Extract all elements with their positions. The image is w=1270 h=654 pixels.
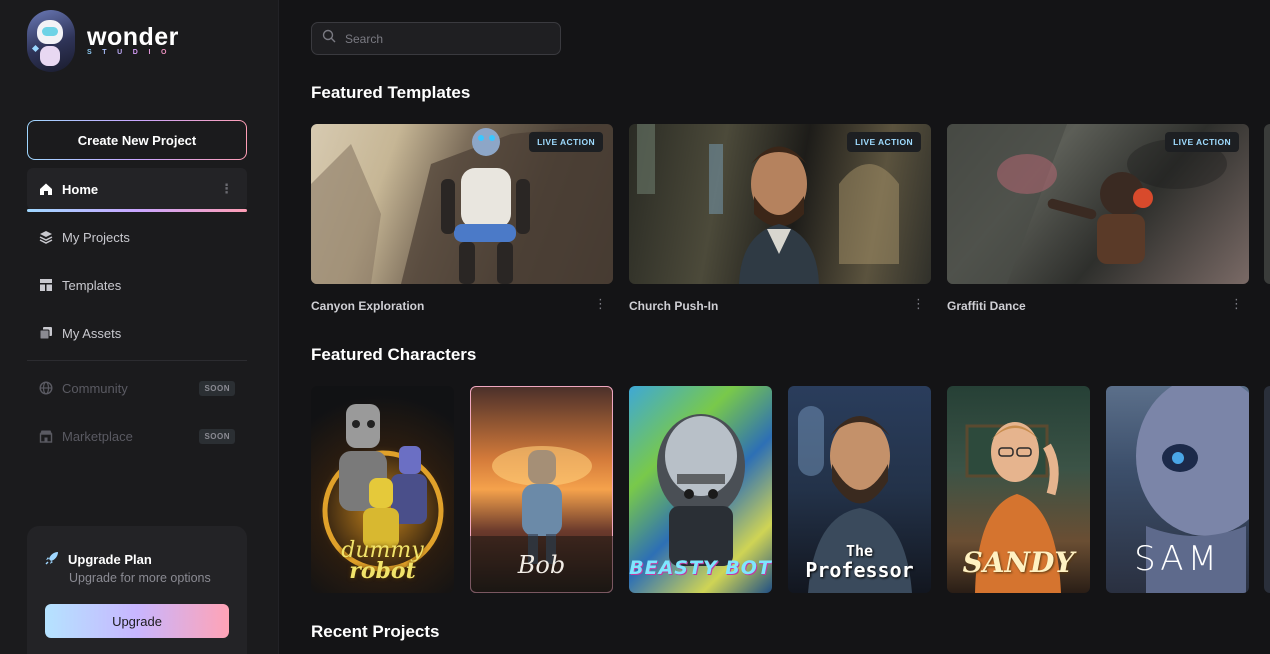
create-new-project-button[interactable]: Create New Project — [27, 120, 247, 160]
sidebar-item-label: My Projects — [62, 229, 130, 245]
recent-projects-heading: Recent Projects — [311, 622, 440, 641]
template-card-graffiti[interactable]: LIVE ACTION Graffiti Dance ⋮ — [947, 124, 1249, 313]
featured-characters-heading: Featured Characters — [311, 345, 477, 364]
character-label: dummy robot — [341, 538, 424, 584]
character-label: Bob — [517, 551, 566, 579]
character-card-sam[interactable]: SAM — [1106, 386, 1249, 593]
sidebar: wonder STUDIO Create New Project Home ⋮ … — [0, 0, 279, 654]
app-window: wonder STUDIO Create New Project Home ⋮ … — [0, 0, 1270, 654]
featured-characters-row: dummy robot Bob BEASTY BOT The Professor… — [311, 386, 1249, 593]
store-icon — [39, 429, 53, 443]
template-name: Graffiti Dance — [947, 299, 1026, 313]
logo-word: wonder — [87, 23, 179, 51]
more-options-icon[interactable]: ⋮ — [594, 296, 607, 312]
featured-templates-row: LIVE ACTION Canyon Exploration ⋮ LIVE AC… — [311, 124, 1249, 313]
sidebar-item-templates[interactable]: Templates — [27, 264, 247, 306]
sidebar-item-home[interactable]: Home ⋮ — [27, 168, 247, 212]
rocket-icon — [44, 550, 60, 569]
sidebar-item-my-projects[interactable]: My Projects — [27, 216, 247, 258]
soon-badge: SOON — [199, 428, 235, 444]
sidebar-item-label: Home — [62, 181, 99, 197]
live-action-badge: LIVE ACTION — [529, 132, 603, 152]
upgrade-button[interactable]: Upgrade — [45, 604, 229, 638]
assets-icon — [39, 326, 53, 340]
templates-icon — [39, 278, 53, 292]
live-action-badge: LIVE ACTION — [847, 132, 921, 152]
character-card-sandy[interactable]: SANDY — [947, 386, 1090, 593]
sidebar-item-community: Community SOON — [27, 367, 247, 409]
sidebar-item-label: My Assets — [62, 325, 122, 341]
globe-icon — [39, 381, 53, 395]
character-label: The Professor — [805, 542, 914, 582]
more-options-icon[interactable]: ⋮ — [1230, 296, 1243, 312]
sidebar-item-marketplace: Marketplace SOON — [27, 415, 247, 457]
more-options-icon[interactable]: ⋮ — [912, 296, 925, 312]
template-name: Canyon Exploration — [311, 299, 425, 313]
upgrade-plan-title: Upgrade Plan — [44, 550, 152, 569]
sidebar-item-label: Templates — [62, 277, 122, 293]
more-options-icon[interactable]: ⋮ — [220, 181, 233, 197]
logo-subtitle: STUDIO — [87, 49, 178, 56]
character-card-the-professor[interactable]: The Professor — [788, 386, 931, 593]
template-thumbnail[interactable]: LIVE ACTION — [947, 124, 1249, 284]
template-thumbnail[interactable]: LIVE ACTION — [311, 124, 613, 284]
wonder-studio-logo[interactable]: wonder STUDIO — [27, 10, 179, 72]
soon-badge: SOON — [199, 380, 235, 396]
featured-templates-heading: Featured Templates — [311, 83, 471, 102]
live-action-badge: LIVE ACTION — [1165, 132, 1239, 152]
sidebar-nav: Home ⋮ My Projects Templates My Assets C… — [27, 168, 247, 463]
home-icon — [39, 182, 53, 196]
template-card-church[interactable]: LIVE ACTION Church Push-In ⋮ — [629, 124, 931, 313]
template-thumbnail[interactable]: LIVE ACTION — [629, 124, 931, 284]
template-name: Church Push-In — [629, 299, 719, 313]
search-input[interactable] — [345, 31, 545, 46]
layers-icon — [39, 230, 53, 244]
character-label: SANDY — [962, 546, 1075, 579]
character-label: SAM — [1134, 539, 1221, 579]
character-card-dummy-robot[interactable]: dummy robot — [311, 386, 454, 593]
upgrade-plan-subtitle: Upgrade for more options — [69, 571, 211, 585]
main-content: Featured Templates — [279, 0, 1270, 654]
template-card-canyon[interactable]: LIVE ACTION Canyon Exploration ⋮ — [311, 124, 613, 313]
character-label: BEASTY BOT — [629, 557, 772, 579]
robot-logo-icon — [27, 10, 75, 72]
upgrade-plan-card: Upgrade Plan Upgrade for more options Up… — [27, 526, 247, 654]
next-template-peek[interactable] — [1264, 124, 1270, 284]
sidebar-item-label: Community — [62, 380, 128, 396]
sidebar-item-my-assets[interactable]: My Assets — [27, 312, 247, 354]
character-card-beasty-bot[interactable]: BEASTY BOT — [629, 386, 772, 593]
character-card-bob[interactable]: Bob — [470, 386, 613, 593]
nav-divider — [27, 360, 247, 361]
search-box[interactable] — [311, 22, 561, 55]
sidebar-item-label: Marketplace — [62, 428, 133, 444]
search-icon — [322, 29, 336, 48]
next-character-peek[interactable] — [1264, 386, 1270, 593]
